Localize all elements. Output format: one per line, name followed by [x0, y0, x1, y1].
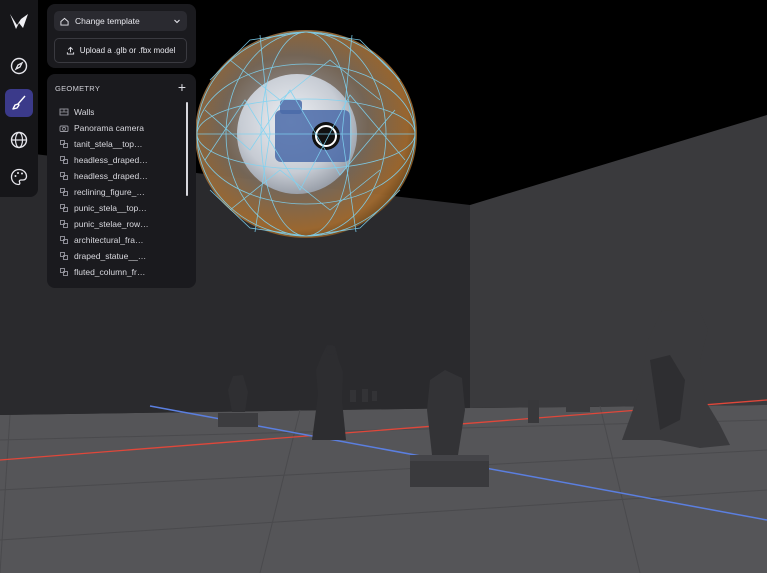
model-icon — [60, 188, 68, 196]
globe-icon — [10, 131, 28, 149]
geometry-list-item[interactable]: Panorama camera — [59, 120, 189, 136]
geometry-list-item[interactable]: punic_stelae_row… — [59, 216, 189, 232]
rail-world-button[interactable] — [5, 126, 33, 154]
geometry-item-label: reclining_figure_… — [74, 187, 145, 197]
geometry-list-item[interactable]: tanit_stela__top… — [59, 136, 189, 152]
geometry-item-label: draped_statue__… — [74, 251, 147, 261]
walls-icon — [59, 108, 69, 116]
rail-style-button[interactable] — [5, 163, 33, 191]
brush-icon — [12, 95, 26, 110]
low-block[interactable] — [566, 398, 590, 412]
panorama-camera-sphere[interactable] — [195, 30, 417, 238]
rail-edit-button[interactable] — [5, 89, 33, 117]
change-template-dropdown[interactable]: Change template — [54, 11, 187, 31]
geometry-item-label: architectural_fra… — [74, 235, 144, 245]
geometry-item-label: Walls — [74, 107, 95, 117]
model-icon — [60, 268, 68, 276]
model-icon — [60, 172, 68, 180]
geometry-scrollbar[interactable] — [186, 102, 188, 196]
chevron-down-icon — [174, 19, 180, 24]
geometry-item-label: punic_stelae_row… — [74, 219, 149, 229]
change-template-label: Change template — [75, 16, 140, 26]
geometry-item-label: tanit_stela__top… — [74, 139, 143, 149]
model-icon — [60, 140, 68, 148]
geometry-list-item[interactable]: architectural_fra… — [59, 232, 189, 248]
model-icon — [60, 156, 68, 164]
model-icon — [60, 236, 68, 244]
geometry-item-label: headless_draped… — [74, 171, 148, 181]
upload-model-button[interactable]: Upload a .glb or .fbx model — [54, 38, 187, 63]
geometry-item-label: headless_draped… — [74, 155, 148, 165]
geometry-heading: GEOMETRY — [55, 84, 101, 93]
camera-icon — [59, 125, 69, 132]
geometry-item-label: Panorama camera — [74, 123, 144, 133]
upload-label: Upload a .glb or .fbx model — [79, 46, 176, 55]
template-panel: Change template Upload a .glb or .fbx mo… — [47, 4, 196, 68]
geometry-list-item[interactable]: Walls — [59, 104, 189, 120]
geometry-list-item[interactable]: fluted_column_fr… — [59, 264, 189, 280]
geometry-list-item[interactable]: punic_stela__top… — [59, 200, 189, 216]
geometry-item-label: punic_stela__top… — [74, 203, 147, 213]
add-geometry-button[interactable]: + — [178, 80, 186, 94]
geometry-list-item[interactable]: reclining_figure_… — [59, 184, 189, 200]
geometry-item-label: fluted_column_fr… — [74, 267, 146, 277]
logo-icon[interactable] — [9, 11, 29, 31]
model-icon — [60, 204, 68, 212]
model-icon — [60, 252, 68, 260]
upload-icon — [66, 46, 74, 55]
home-icon — [60, 17, 69, 26]
model-icon — [60, 220, 68, 228]
geometry-list: Walls Panorama camera tanit_stela__top…hea… — [59, 104, 189, 280]
tool-rail — [0, 0, 38, 197]
compass-icon — [10, 57, 28, 75]
geometry-panel: GEOMETRY + Walls Panorama camera tanit_ste… — [47, 74, 196, 288]
small-cylinder[interactable] — [528, 400, 539, 423]
geometry-list-item[interactable]: headless_draped… — [59, 168, 189, 184]
palette-icon — [10, 168, 28, 186]
geometry-list-item[interactable]: draped_statue__… — [59, 248, 189, 264]
geometry-list-item[interactable]: headless_draped… — [59, 152, 189, 168]
rail-explore-button[interactable] — [5, 52, 33, 80]
